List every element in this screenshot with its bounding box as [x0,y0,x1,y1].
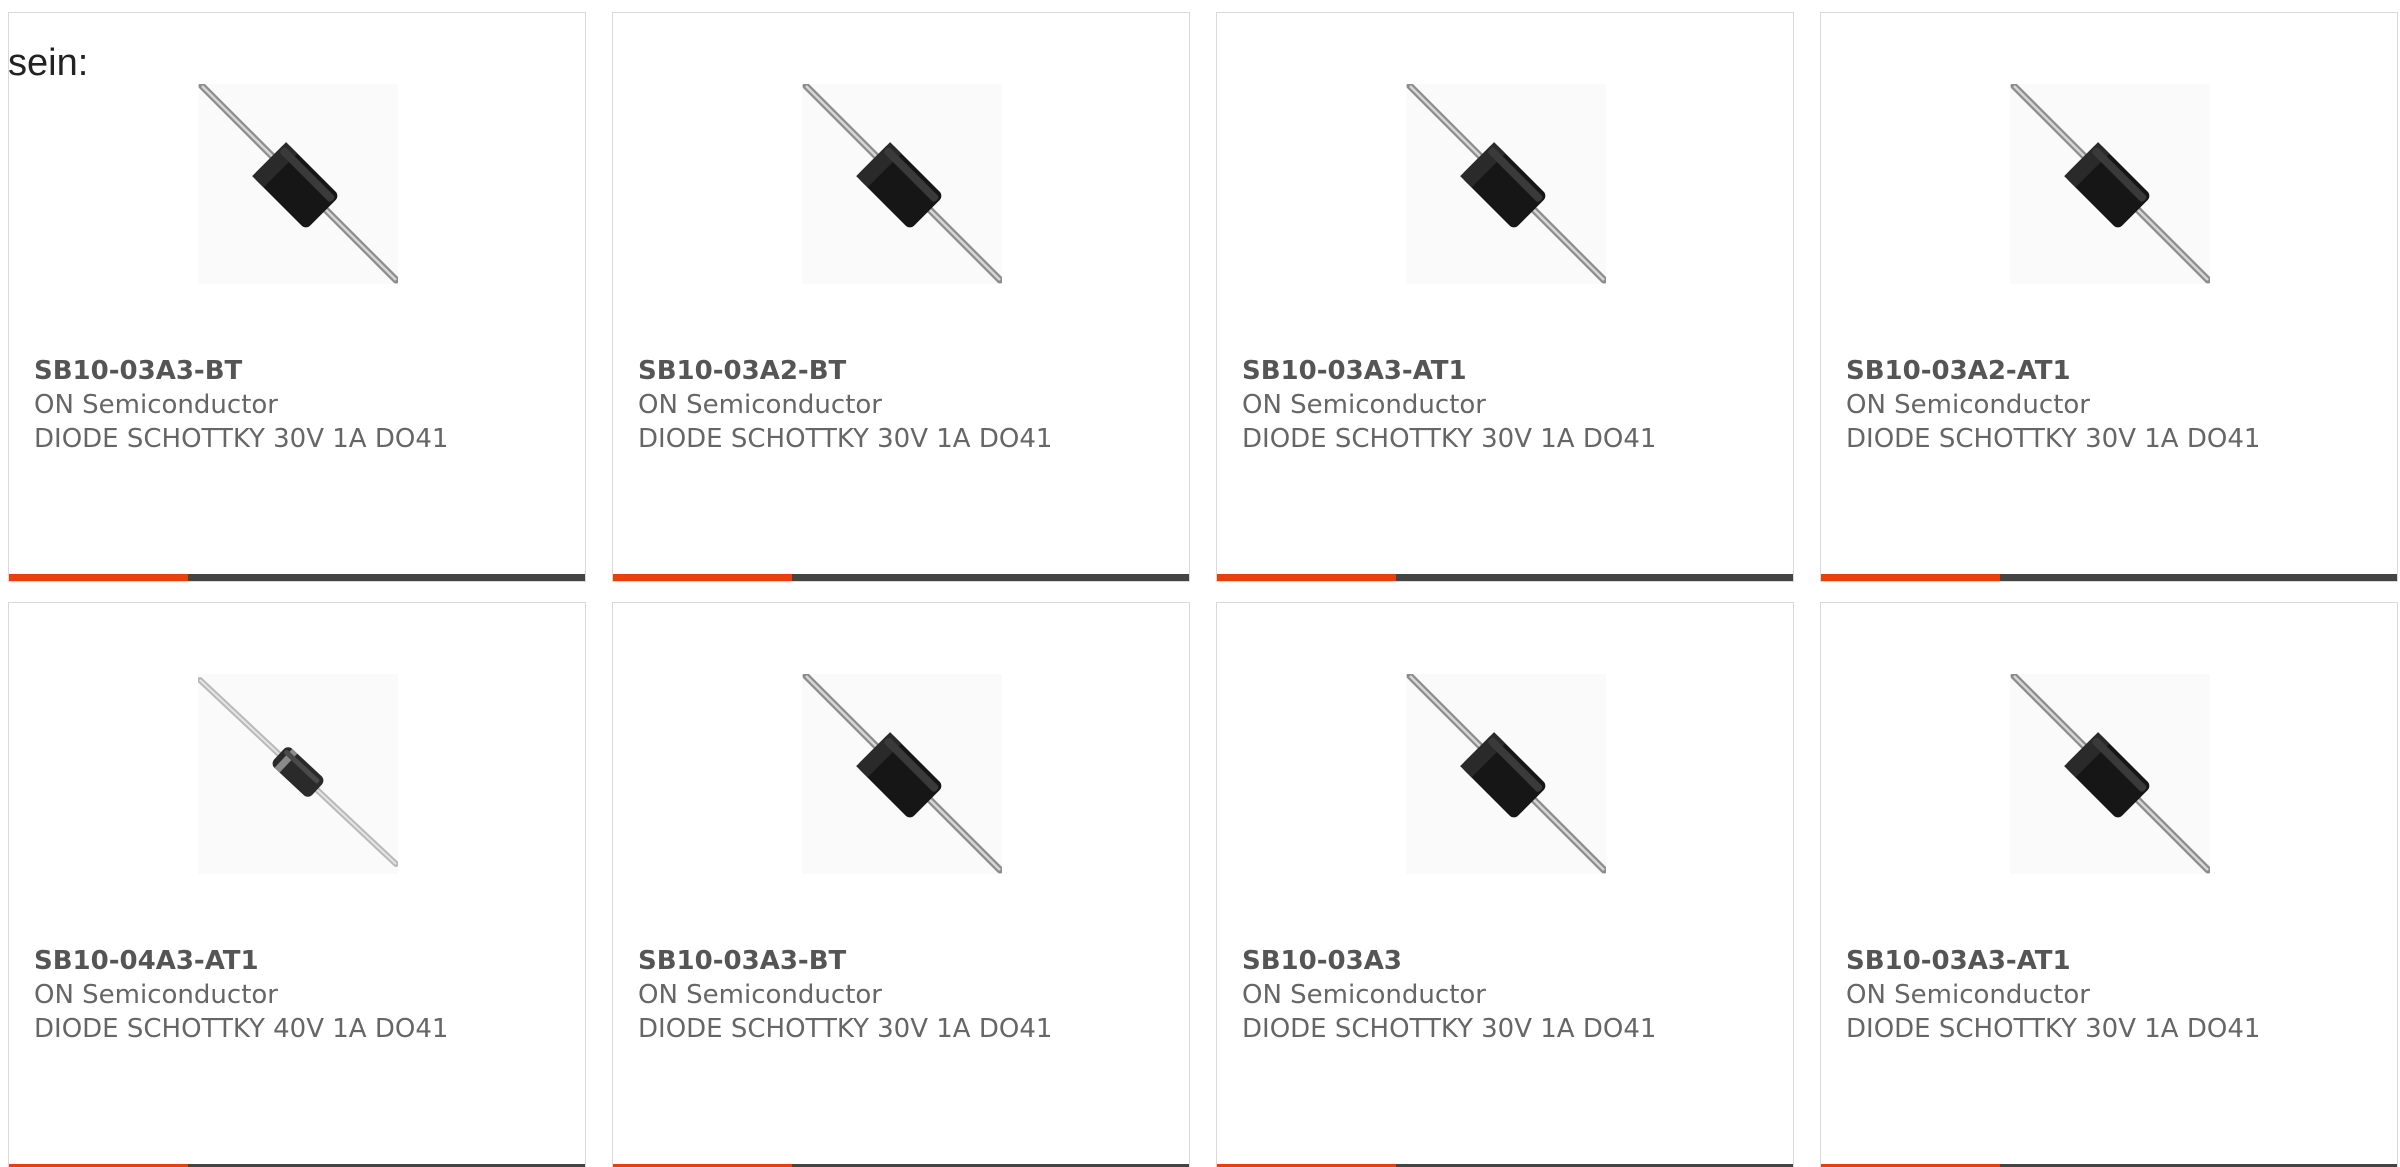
part-number[interactable]: SB10-04A3-AT1 [34,944,565,978]
card-progress-accent [613,574,792,581]
page: SB10-03A3-BT ON Semiconductor DIODE SCHO… [0,0,2400,1167]
description: DIODE SCHOTTKY 30V 1A DO41 [1242,1014,1657,1044]
manufacturer: ON Semiconductor [1846,390,2090,420]
product-card[interactable]: SB10-03A3 ON Semiconductor DIODE SCHOTTK… [1216,602,1794,1167]
product-info: SB10-03A2-AT1 ON Semiconductor DIODE SCH… [1846,354,2377,456]
product-card[interactable]: SB10-03A3-AT1 ON Semiconductor DIODE SCH… [1820,602,2398,1167]
manufacturer: ON Semiconductor [1242,390,1486,420]
card-progress-accent [1821,574,2000,581]
intro-text: sein: [8,42,89,84]
manufacturer: ON Semiconductor [1846,980,2090,1010]
product-grid: SB10-03A3-BT ON Semiconductor DIODE SCHO… [8,12,2400,1167]
product-info: SB10-03A3-BT ON Semiconductor DIODE SCHO… [34,354,565,456]
description: DIODE SCHOTTKY 40V 1A DO41 [34,1014,449,1044]
description: DIODE SCHOTTKY 30V 1A DO41 [638,424,1053,454]
product-info: SB10-03A3 ON Semiconductor DIODE SCHOTTK… [1242,944,1773,1046]
diode-do41-dark-icon[interactable] [802,84,1002,284]
diode-do41-dark-icon[interactable] [1406,674,1606,874]
product-card[interactable]: SB10-03A3-AT1 ON Semiconductor DIODE SCH… [1216,12,1794,582]
diode-do41-dark-icon[interactable] [198,84,398,284]
card-progress-bar [9,574,585,581]
part-number[interactable]: SB10-03A3-AT1 [1846,944,2377,978]
product-info: SB10-03A3-AT1 ON Semiconductor DIODE SCH… [1846,944,2377,1046]
card-progress-bar [1217,574,1793,581]
manufacturer: ON Semiconductor [638,980,882,1010]
card-progress-accent [9,574,188,581]
product-card[interactable]: SB10-03A2-AT1 ON Semiconductor DIODE SCH… [1820,12,2398,582]
diode-do41-dark-icon[interactable] [2010,674,2210,874]
manufacturer: ON Semiconductor [638,390,882,420]
part-number[interactable]: SB10-03A3 [1242,944,1773,978]
description: DIODE SCHOTTKY 30V 1A DO41 [1242,424,1657,454]
diode-do41-dark-icon[interactable] [802,674,1002,874]
diode-do41-dark-icon[interactable] [1406,84,1606,284]
manufacturer: ON Semiconductor [34,390,278,420]
part-number[interactable]: SB10-03A2-BT [638,354,1169,388]
part-number[interactable]: SB10-03A2-AT1 [1846,354,2377,388]
product-info: SB10-03A2-BT ON Semiconductor DIODE SCHO… [638,354,1169,456]
product-info: SB10-03A3-BT ON Semiconductor DIODE SCHO… [638,944,1169,1046]
diode-do41-small-icon[interactable] [198,674,398,874]
part-number[interactable]: SB10-03A3-BT [34,354,565,388]
card-progress-accent [1217,574,1396,581]
manufacturer: ON Semiconductor [34,980,278,1010]
product-card[interactable]: SB10-03A2-BT ON Semiconductor DIODE SCHO… [612,12,1190,582]
card-progress-bar [1821,574,2397,581]
diode-do41-dark-icon[interactable] [2010,84,2210,284]
description: DIODE SCHOTTKY 30V 1A DO41 [638,1014,1053,1044]
product-card[interactable]: SB10-04A3-AT1 ON Semiconductor DIODE SCH… [8,602,586,1167]
description: DIODE SCHOTTKY 30V 1A DO41 [1846,1014,2261,1044]
product-info: SB10-04A3-AT1 ON Semiconductor DIODE SCH… [34,944,565,1046]
card-progress-bar [613,574,1189,581]
product-card[interactable]: SB10-03A3-BT ON Semiconductor DIODE SCHO… [612,602,1190,1167]
product-info: SB10-03A3-AT1 ON Semiconductor DIODE SCH… [1242,354,1773,456]
manufacturer: ON Semiconductor [1242,980,1486,1010]
product-card[interactable]: SB10-03A3-BT ON Semiconductor DIODE SCHO… [8,12,586,582]
part-number[interactable]: SB10-03A3-AT1 [1242,354,1773,388]
description: DIODE SCHOTTKY 30V 1A DO41 [34,424,449,454]
part-number[interactable]: SB10-03A3-BT [638,944,1169,978]
description: DIODE SCHOTTKY 30V 1A DO41 [1846,424,2261,454]
